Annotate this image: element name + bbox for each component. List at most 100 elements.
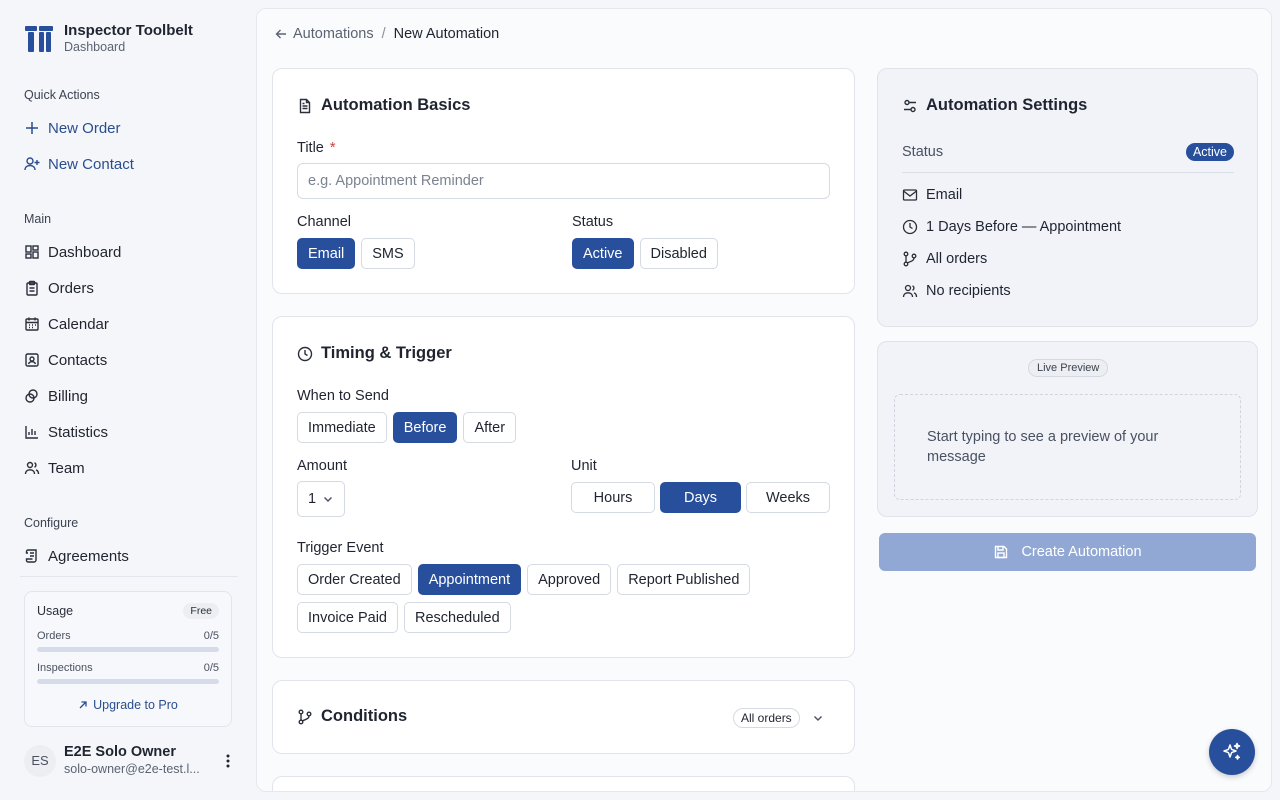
section-label-configure: Configure: [24, 516, 79, 530]
trigger-approved-button[interactable]: Approved: [527, 564, 612, 595]
sidebar-divider: [20, 576, 238, 577]
more-options-icon[interactable]: [220, 751, 236, 771]
ai-assistant-button[interactable]: [1209, 729, 1255, 775]
sidebar-item-label: Statistics: [48, 423, 109, 441]
trigger-report-published-button[interactable]: Report Published: [617, 564, 751, 595]
sidebar-item-label: Team: [48, 459, 85, 477]
trigger-invoice-paid-button[interactable]: Invoice Paid: [297, 602, 398, 633]
sidebar-item-label: Agreements: [48, 547, 129, 565]
sidebar: Inspector Toolbelt Dashboard Quick Actio…: [0, 0, 248, 800]
new-order-button[interactable]: New Order: [24, 116, 121, 140]
plus-icon: [26, 122, 38, 134]
contact-card-icon: [25, 353, 39, 367]
inspections-usage-bar: [37, 679, 219, 684]
orders-usage-label: Orders: [37, 630, 71, 642]
new-contact-label: New Contact: [48, 155, 134, 173]
unit-hours-button[interactable]: Hours: [571, 482, 655, 513]
upgrade-label: Upgrade to Pro: [93, 698, 178, 712]
settings-timing-row: 1 Days Before — Appointment: [902, 219, 1121, 235]
sidebar-item-label: Contacts: [48, 351, 108, 369]
brand-title: Inspector Toolbelt: [64, 22, 193, 39]
conditions-card[interactable]: Conditions All orders: [272, 680, 855, 754]
sidebar-item-agreements[interactable]: Agreements: [24, 544, 129, 568]
scroll-icon: [25, 549, 37, 563]
avatar: ES: [24, 744, 56, 777]
settings-recipients-row: No recipients: [902, 283, 1011, 299]
required-mark: *: [329, 140, 336, 156]
settings-channel-row: Email: [902, 187, 962, 203]
billing-icon: [25, 389, 38, 403]
automation-basics-card: Automation Basics Title * Channel Email S…: [272, 68, 855, 294]
dashboard-icon: [25, 245, 39, 259]
sidebar-item-dashboard[interactable]: Dashboard: [24, 240, 121, 264]
clock-icon: [297, 346, 313, 361]
channel-selector: Email SMS: [297, 238, 415, 269]
when-immediate-button[interactable]: Immediate: [297, 412, 387, 443]
amount-label: Amount: [297, 458, 347, 474]
card-title: Automation Basics: [297, 96, 470, 115]
channel-sms-button[interactable]: SMS: [361, 238, 415, 269]
breadcrumb-parent: Automations: [293, 26, 374, 42]
when-to-send-selector: Immediate Before After: [297, 412, 517, 443]
card-title: Conditions: [297, 707, 407, 726]
sidebar-item-contacts[interactable]: Contacts: [24, 348, 107, 372]
sidebar-item-team[interactable]: Team: [24, 456, 85, 480]
section-label-quick-actions: Quick Actions: [24, 88, 100, 102]
chevron-down-icon: [324, 497, 333, 502]
sidebar-item-calendar[interactable]: Calendar: [24, 312, 109, 336]
new-contact-button[interactable]: New Contact: [24, 152, 134, 176]
team-icon: [24, 461, 40, 475]
channel-label: Channel: [297, 214, 352, 230]
timing-trigger-card: Timing & Trigger When to Send Immediate …: [272, 316, 855, 658]
chevron-down-icon: [813, 716, 822, 721]
sidebar-item-label: Dashboard: [48, 243, 122, 261]
sidebar-item-billing[interactable]: Billing: [24, 384, 88, 408]
settings-status-row: Status Active: [902, 143, 1234, 173]
sidebar-item-label: Billing: [48, 387, 89, 405]
status-label: Status: [572, 214, 614, 230]
unit-days-button[interactable]: Days: [660, 482, 741, 513]
main-content: Automations / New Automation Automation …: [256, 8, 1272, 792]
trigger-rescheduled-button[interactable]: Rescheduled: [404, 602, 511, 633]
create-automation-button[interactable]: Create Automation: [879, 533, 1256, 571]
conditions-title: Conditions: [321, 707, 408, 725]
amount-value: 1: [308, 491, 317, 507]
user-name: E2E Solo Owner: [64, 744, 176, 760]
when-after-button[interactable]: After: [463, 412, 517, 443]
section-label-main: Main: [24, 212, 52, 226]
mail-icon: [902, 189, 918, 201]
trigger-event-selector-row-2: Invoice Paid Rescheduled: [297, 602, 511, 633]
document-icon: [299, 98, 311, 113]
preview-placeholder: Start typing to see a preview of your me…: [894, 394, 1241, 500]
status-disabled-button[interactable]: Disabled: [639, 238, 718, 269]
upgrade-link[interactable]: Upgrade to Pro: [37, 698, 219, 712]
clock-icon: [902, 219, 918, 235]
amount-select[interactable]: 1: [297, 481, 346, 517]
timing-title: Timing & Trigger: [321, 344, 452, 362]
arrow-up-right-icon: [79, 701, 87, 709]
breadcrumb-separator: /: [381, 26, 386, 42]
trigger-order-created-button[interactable]: Order Created: [297, 564, 412, 595]
title-input[interactable]: [297, 163, 830, 199]
unit-selector: Hours Days Weeks: [571, 482, 830, 513]
clipboard-icon: [26, 280, 38, 296]
sidebar-item-label: Orders: [48, 279, 94, 297]
unit-weeks-button[interactable]: Weeks: [746, 482, 830, 513]
when-before-button[interactable]: Before: [392, 412, 458, 443]
unit-label: Unit: [571, 458, 597, 474]
sidebar-item-statistics[interactable]: Statistics: [24, 420, 108, 444]
status-selector: Active Disabled: [572, 238, 718, 269]
status-active-button[interactable]: Active: [572, 238, 634, 269]
sidebar-item-label: Calendar: [48, 315, 109, 333]
sidebar-item-orders[interactable]: Orders: [24, 276, 94, 300]
sparkles-icon: [1223, 742, 1241, 760]
breadcrumb-back-link[interactable]: Automations: [275, 26, 374, 42]
next-section-card: [272, 776, 855, 791]
channel-email-button[interactable]: Email: [297, 238, 356, 269]
trigger-appointment-button[interactable]: Appointment: [417, 564, 522, 595]
user-profile[interactable]: ES E2E Solo Owner solo-owner@e2e-test.l.…: [24, 744, 236, 777]
logo-icon: [25, 25, 53, 52]
brand[interactable]: Inspector Toolbelt Dashboard: [24, 22, 193, 55]
brand-subtitle: Dashboard: [64, 40, 126, 54]
usage-panel: Usage Free Orders 0/5 Inspections 0/5 Up…: [24, 591, 232, 727]
